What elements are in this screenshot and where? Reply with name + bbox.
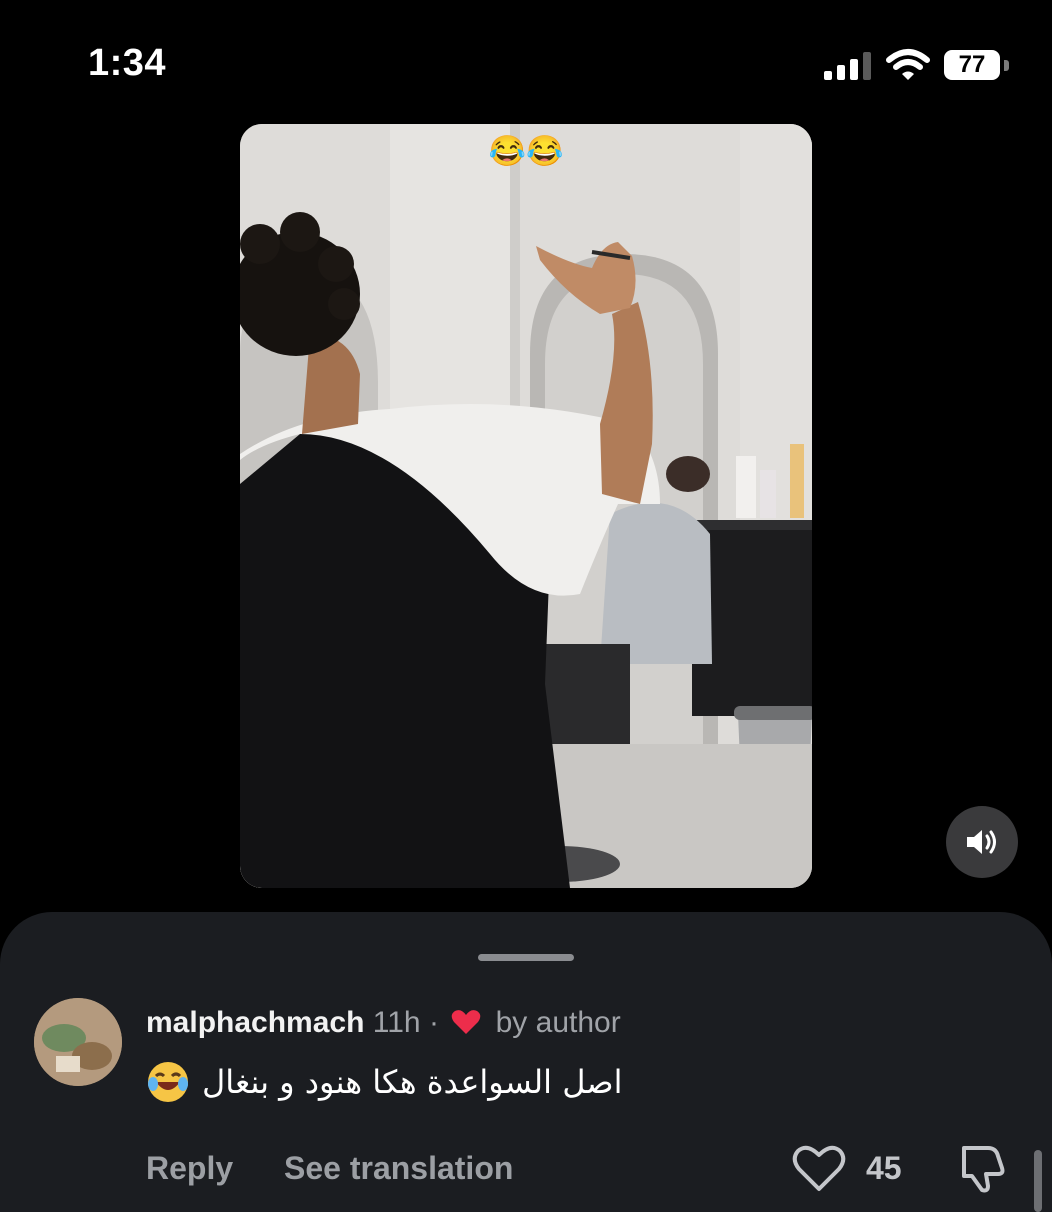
video-frame [240, 124, 812, 888]
laughing-emoji-icon [148, 1062, 188, 1102]
signal-icon [824, 52, 871, 80]
comment-text: اصل السواعدة هكا هنود و بنغال [146, 1056, 706, 1108]
wifi-icon [886, 49, 930, 80]
video-player[interactable] [240, 124, 812, 888]
battery-level: 77 [944, 50, 1000, 80]
sheet-drag-handle[interactable] [478, 954, 574, 961]
battery-icon: 77 [944, 50, 1014, 82]
avatar[interactable] [34, 998, 122, 1086]
meta-separator: · [428, 1006, 439, 1039]
scrollbar[interactable] [1034, 1150, 1042, 1212]
status-bar: 1:34 77 [0, 0, 1052, 110]
like-count: 45 [866, 1150, 902, 1186]
see-translation-button[interactable]: See translation [284, 1150, 513, 1187]
reply-button[interactable]: Reply [146, 1150, 233, 1187]
comment-body: اصل السواعدة هكا هنود و بنغال [202, 1063, 623, 1101]
like-heart-icon[interactable] [792, 1144, 846, 1194]
speaker-icon [967, 830, 996, 854]
username[interactable]: malphachmach [146, 1006, 364, 1039]
comment-meta: malphachmach 11h · by author [146, 1006, 621, 1040]
liked-by-author: by author [495, 1006, 621, 1039]
heart-icon [452, 1010, 481, 1034]
avatar-image [34, 998, 122, 1086]
battery-tip [1004, 60, 1009, 71]
clock: 1:34 [88, 42, 167, 84]
mute-button[interactable] [946, 806, 1018, 878]
comments-sheet: malphachmach 11h · by author اصل السواعد… [0, 912, 1052, 1212]
dislike-icon[interactable] [958, 1142, 1006, 1194]
comment-time: 11h [372, 1006, 421, 1039]
video-caption-emoji: 😂😂 [488, 135, 564, 168]
